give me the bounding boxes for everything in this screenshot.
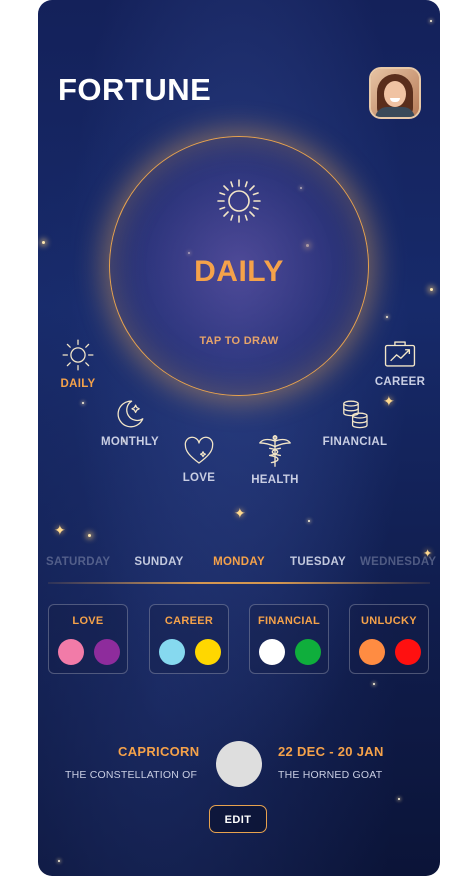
- sun-icon: [215, 177, 263, 230]
- profile-avatar[interactable]: [369, 67, 421, 119]
- zodiac-dates: 22 DEC - 20 JAN: [278, 744, 384, 759]
- star-decoration: [308, 520, 310, 522]
- caduceus-icon: [230, 434, 320, 468]
- color-swatch: [395, 639, 421, 665]
- color-swatch: [58, 639, 84, 665]
- category-label: FINANCIAL: [322, 436, 388, 448]
- lucky-card-title: CAREER: [164, 615, 214, 627]
- star-decoration: [42, 241, 45, 244]
- moon-icon: [216, 741, 262, 787]
- color-swatch: [295, 639, 321, 665]
- day-selector[interactable]: SATURDAY SUNDAY MONDAY TUESDAY WEDNESDAY: [38, 556, 440, 572]
- color-swatch: [195, 639, 221, 665]
- category-label: CAREER: [374, 376, 426, 388]
- zodiac-symbol: THE HORNED GOAT: [278, 769, 383, 781]
- coins-icon: [310, 398, 400, 430]
- star-decoration: [430, 288, 433, 291]
- star-decoration: [82, 402, 84, 404]
- category-financial[interactable]: FINANCIAL: [310, 398, 400, 448]
- edit-button[interactable]: EDIT: [209, 805, 267, 833]
- color-swatch: [159, 639, 185, 665]
- lucky-card-title: UNLUCKY: [361, 615, 417, 627]
- zodiac-name: CAPRICORN: [118, 744, 200, 759]
- color-swatch: [359, 639, 385, 665]
- star-decoration: [386, 316, 388, 318]
- app-title: FORTUNE: [58, 72, 212, 107]
- star-decoration: [58, 860, 60, 862]
- lucky-color-card-financial[interactable]: FINANCIAL: [249, 604, 329, 674]
- day-tab-wednesday[interactable]: WEDNESDAY: [360, 556, 440, 568]
- day-tab-saturday[interactable]: SATURDAY: [46, 556, 116, 568]
- star-decoration: [88, 534, 91, 537]
- tap-to-draw-label: TAP TO DRAW: [199, 335, 279, 347]
- app-screen: ✦ ✦ ✦ ✦ FORTUNE DAILY TAP TO DRAW DAILY …: [38, 0, 440, 876]
- briefcase-chart-icon: [355, 338, 440, 370]
- orb-title: DAILY: [194, 255, 284, 288]
- day-tab-tuesday[interactable]: TUESDAY: [283, 556, 353, 568]
- color-swatch: [94, 639, 120, 665]
- lucky-color-card-unlucky[interactable]: UNLUCKY: [349, 604, 429, 674]
- category-label: DAILY: [60, 378, 96, 390]
- category-daily[interactable]: DAILY: [38, 338, 123, 390]
- lucky-color-card-career[interactable]: CAREER: [149, 604, 229, 674]
- day-divider: [48, 582, 430, 584]
- color-swatch: [259, 639, 285, 665]
- sparkle-decoration: ✦: [234, 505, 246, 521]
- category-career[interactable]: CAREER: [355, 338, 440, 388]
- sun-icon: [38, 338, 123, 372]
- category-health[interactable]: HEALTH: [230, 434, 320, 486]
- moon-star-icon: [85, 398, 175, 430]
- star-decoration: [430, 20, 432, 22]
- day-tab-monday[interactable]: MONDAY: [204, 556, 274, 568]
- daily-draw-orb[interactable]: DAILY TAP TO DRAW: [109, 136, 369, 396]
- lucky-card-title: FINANCIAL: [258, 615, 320, 627]
- zodiac-description: THE CONSTELLATION OF: [65, 769, 198, 781]
- lucky-card-title: LOVE: [72, 615, 104, 627]
- lucky-color-card-love[interactable]: LOVE: [48, 604, 128, 674]
- day-tab-sunday[interactable]: SUNDAY: [124, 556, 194, 568]
- star-decoration: [373, 683, 375, 685]
- category-label: HEALTH: [251, 474, 299, 486]
- sparkle-decoration: ✦: [54, 522, 66, 538]
- star-decoration: [398, 798, 400, 800]
